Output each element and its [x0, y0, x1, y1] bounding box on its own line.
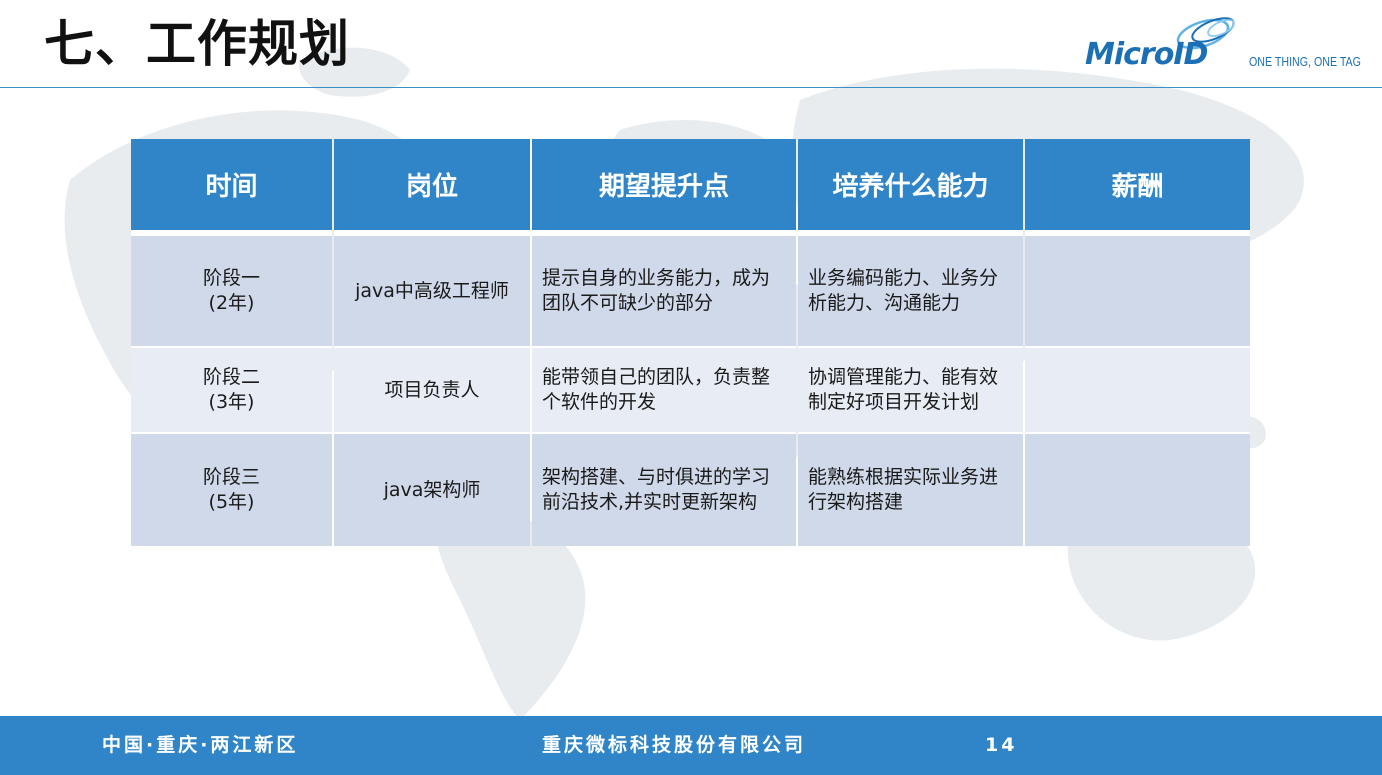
- header-time: 时间: [131, 139, 332, 234]
- logo-wordmark: MicroID: [1085, 37, 1208, 72]
- slide-title: 七、工作规划: [44, 15, 350, 73]
- position-cell: 项目负责人: [334, 346, 530, 432]
- header-ability: 培养什么能力: [798, 139, 1023, 234]
- stage-duration: (3年): [208, 391, 255, 413]
- salary-cell: [1025, 234, 1250, 346]
- logo-tagline: ONE THING, ONE TAG: [1249, 54, 1361, 69]
- footer-bar: 中国·重庆·两江新区 重庆微标科技股份有限公司 14: [0, 716, 1382, 775]
- header-salary: 薪酬: [1025, 139, 1250, 234]
- improvement-cell: 架构搭建、与时俱进的学习前沿技术,并实时更新架构: [532, 432, 796, 546]
- table-row: 阶段二 (3年) 项目负责人 能带领自己的团队，负责整个软件的开发 协调管理能力…: [131, 346, 1250, 432]
- header-divider: [0, 87, 1382, 88]
- salary-cell: [1025, 432, 1250, 546]
- salary-cell: [1025, 346, 1250, 432]
- ability-cell: 协调管理能力、能有效制定好项目开发计划: [798, 346, 1023, 432]
- stage-name: 阶段三: [202, 466, 260, 488]
- ability-cell: 能熟练根据实际业务进行架构搭建: [798, 432, 1023, 546]
- stage-duration: (5年): [208, 491, 255, 513]
- stage-cell: 阶段二 (3年): [131, 346, 332, 432]
- footer-location: 中国·重庆·两江新区: [102, 734, 299, 756]
- position-cell: java中高级工程师: [334, 234, 530, 346]
- footer-company: 重庆微标科技股份有限公司: [542, 734, 807, 756]
- ability-cell: 业务编码能力、业务分析能力、沟通能力: [798, 234, 1023, 346]
- position-cell: java架构师: [334, 432, 530, 546]
- stage-name: 阶段一: [202, 267, 260, 289]
- table-header-row: 时间 岗位 期望提升点 培养什么能力 薪酬: [131, 139, 1250, 234]
- improvement-cell: 能带领自己的团队，负责整个软件的开发: [532, 346, 796, 432]
- improvement-cell: 提示自身的业务能力，成为团队不可缺少的部分: [532, 234, 796, 346]
- table-row: 阶段三 (5年) java架构师 架构搭建、与时俱进的学习前沿技术,并实时更新架…: [131, 432, 1250, 546]
- stage-name: 阶段二: [202, 366, 260, 388]
- header-improvement: 期望提升点: [532, 139, 796, 234]
- stage-cell: 阶段三 (5年): [131, 432, 332, 546]
- header-position: 岗位: [334, 139, 530, 234]
- page-number: 14: [985, 734, 1018, 756]
- microid-logo: MicroID ONE THING, ONE TAG: [1085, 12, 1365, 74]
- work-plan-table: 时间 岗位 期望提升点 培养什么能力 薪酬 阶段一 (2年) java中高级工程…: [129, 139, 1252, 546]
- table-row: 阶段一 (2年) java中高级工程师 提示自身的业务能力，成为团队不可缺少的部…: [131, 234, 1250, 346]
- stage-cell: 阶段一 (2年): [131, 234, 332, 346]
- stage-duration: (2年): [208, 292, 255, 314]
